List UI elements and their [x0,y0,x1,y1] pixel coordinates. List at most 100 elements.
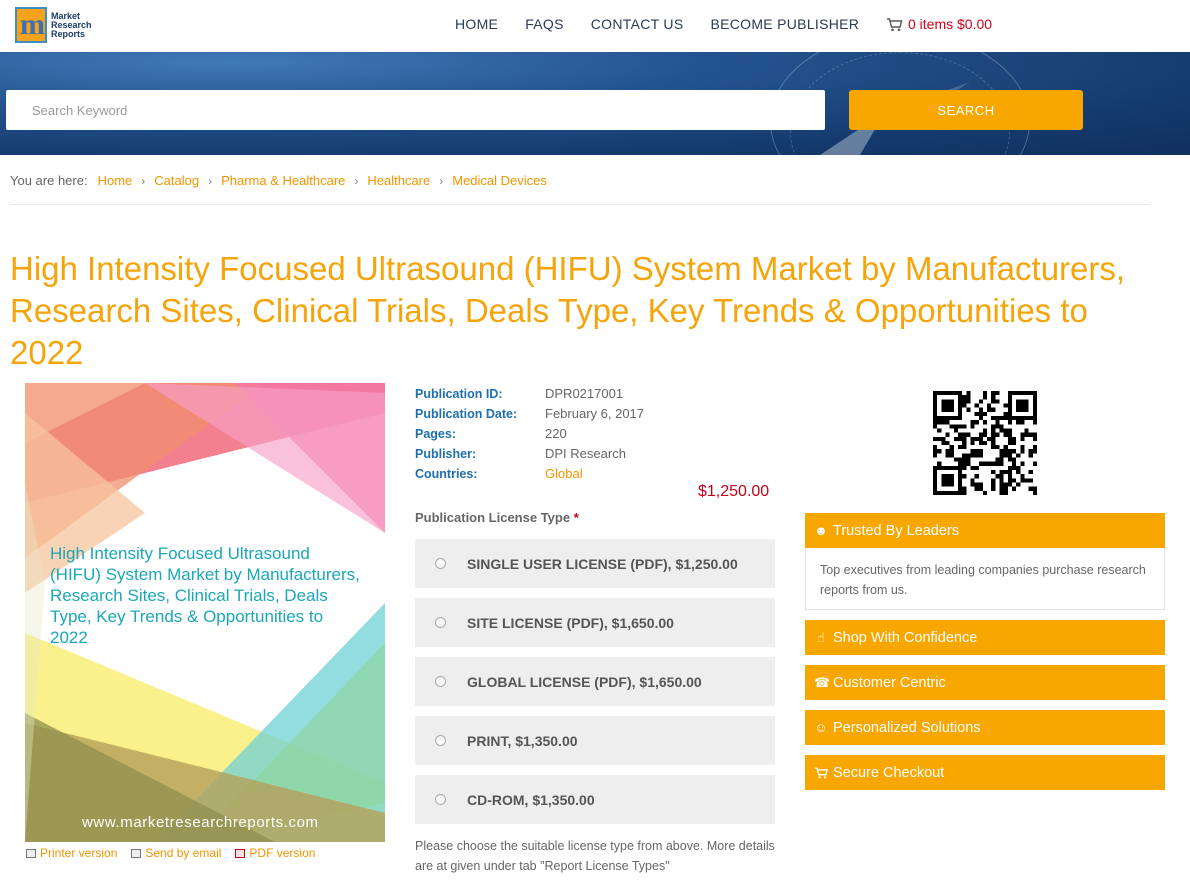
nav-faqs[interactable]: FAQS [525,16,564,32]
qr-module [1007,399,1013,404]
license-option-site[interactable]: SITE LICENSE (PDF), $1,650.00 [415,598,775,647]
meta-key: Countries: [415,467,478,481]
qr-module [978,415,983,421]
qr-module [995,445,1000,450]
license-type-label: Publication License Type * [415,510,579,525]
qr-module [1016,453,1021,458]
qr-module [941,415,946,421]
qr-module [995,457,1000,462]
radio-button[interactable] [435,558,446,569]
qr-module [933,478,938,483]
qr-module [937,391,942,396]
qr-module [995,415,1000,421]
qr-module [957,478,963,483]
qr-module [1020,478,1025,483]
qr-module [1007,432,1013,437]
qr-module [970,453,975,458]
qr-module [962,424,967,429]
send-by-email-link[interactable]: Send by email [131,846,221,860]
license-option-print[interactable]: PRINT, $1,350.00 [415,716,775,765]
qr-module [1003,490,1008,495]
qr-module [1020,432,1025,437]
qr-module [995,474,1000,479]
qr-module [1007,474,1013,479]
qr-module [945,453,950,458]
qr-module [1032,415,1037,421]
qr-module [962,465,967,471]
qr-module [945,403,950,408]
radio-button[interactable] [435,735,446,746]
customer-centric-header[interactable]: ☎ Customer Centric [805,665,1165,700]
qr-module [1007,478,1013,483]
shop-with-confidence-header[interactable]: ☝ Shop With Confidence [805,620,1165,655]
license-option-global[interactable]: GLOBAL LICENSE (PDF), $1,650.00 [415,657,775,706]
radio-button[interactable] [435,617,446,628]
qr-module [1020,403,1025,408]
qr-module [949,478,954,483]
qr-module [945,407,950,412]
meta-row: Publication Date: February 6, 2017 [415,404,644,424]
site-logo[interactable]: m Market Research Reports [15,5,97,45]
qr-module [953,391,958,396]
qr-module [949,445,954,450]
qr-module [1016,465,1021,471]
meta-key: Publisher: [415,447,477,461]
breadcrumb-medical-devices[interactable]: Medical Devices [452,173,547,188]
qr-module [978,486,983,491]
qr-module [966,461,971,466]
qr-module [987,407,992,412]
secure-checkout-header[interactable]: Secure Checkout [805,755,1165,790]
qr-module [953,424,958,429]
qr-module [957,465,963,471]
nav-home[interactable]: HOME [455,16,498,32]
qr-module [974,403,979,408]
breadcrumb-catalog[interactable]: Catalog [154,173,199,188]
license-option-cd-rom[interactable]: CD-ROM, $1,350.00 [415,775,775,824]
qr-module [945,420,950,425]
license-option-single-user[interactable]: SINGLE USER LICENSE (PDF), $1,250.00 [415,539,775,588]
qr-module [941,465,946,471]
breadcrumb-pharma-healthcare[interactable]: Pharma & Healthcare [221,173,345,188]
nav-become-publisher[interactable]: BECOME PUBLISHER [710,16,859,32]
qr-module [957,395,963,400]
qr-module [1003,428,1008,433]
qr-module [962,453,967,458]
breadcrumb: You are here: Home › Catalog › Pharma & … [10,173,547,188]
trusted-by-leaders-header[interactable]: ☻ Trusted By Leaders [805,513,1165,548]
qr-module [957,403,963,408]
main-nav: HOME FAQS CONTACT US BECOME PUBLISHER [455,16,859,32]
divider [10,204,1150,205]
breadcrumb-healthcare[interactable]: Healthcare [367,173,430,188]
qr-module [970,436,975,441]
qr-module [1016,403,1021,408]
qr-module [937,436,942,441]
qr-module [957,445,963,450]
printer-version-link[interactable]: Printer version [26,846,117,860]
send-by-email-label: Send by email [145,846,222,860]
radio-button[interactable] [435,676,446,687]
qr-module [995,399,1000,404]
personalized-solutions-header[interactable]: ☺ Personalized Solutions [805,710,1165,745]
qr-module [962,474,967,479]
qr-module [957,399,963,404]
breadcrumb-home[interactable]: Home [98,173,133,188]
pdf-version-link[interactable]: PDF version [235,846,315,860]
nav-contact-us[interactable]: CONTACT US [591,16,684,32]
search-input[interactable] [6,90,825,130]
qr-module [941,490,946,495]
qr-module [1032,395,1037,400]
qr-module [966,457,971,462]
search-button[interactable]: SEARCH [849,90,1083,130]
qr-module [991,436,996,441]
cart-link[interactable]: 0 items $0.00 [886,16,992,32]
countries-link[interactable]: Global [545,464,583,484]
phone-icon: ☎ [814,674,831,690]
qr-module [1020,461,1025,466]
radio-button[interactable] [435,794,446,805]
qr-module [945,482,950,487]
qr-module [991,432,996,437]
license-option-label: PRINT, $1,350.00 [467,732,578,749]
qr-module [957,461,963,466]
qr-module [941,440,946,446]
qr-module [957,391,963,396]
